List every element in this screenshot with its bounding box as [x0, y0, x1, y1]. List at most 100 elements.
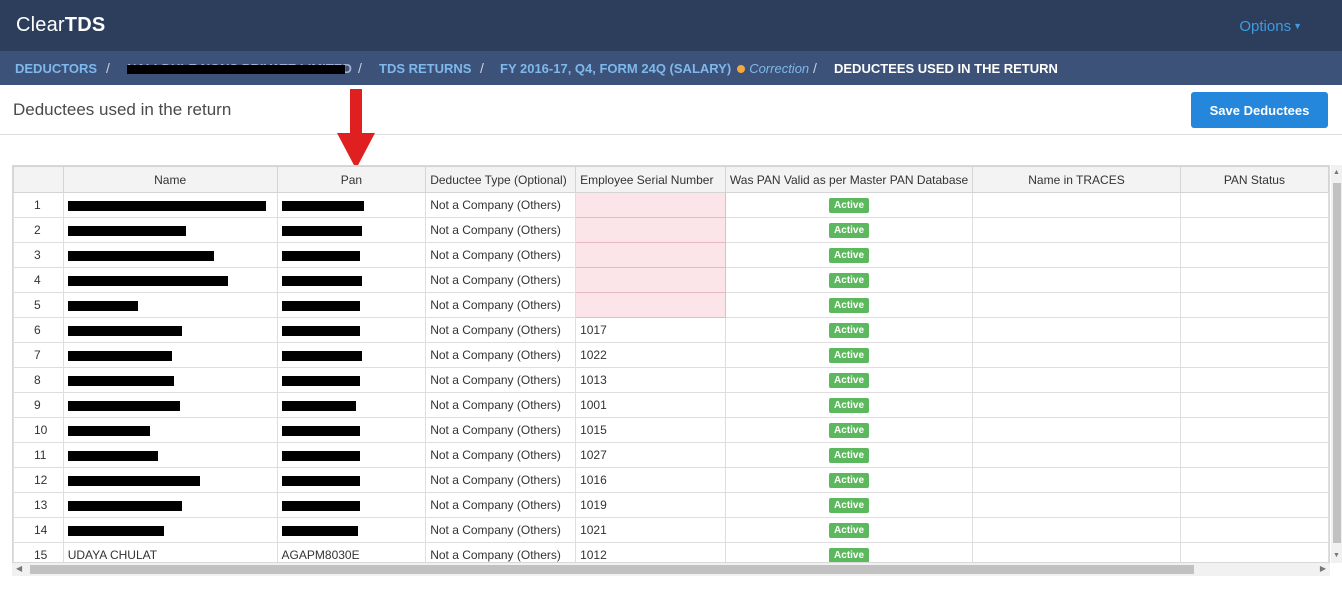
cell-serial[interactable] — [575, 242, 726, 268]
table-row[interactable]: 4 SENTHIL K RANGANATHANAMPPR2017DNot a Co… — [13, 267, 1329, 293]
cell-deductee-type[interactable]: Not a Company (Others) — [425, 492, 577, 518]
cell-pan[interactable] — [276, 342, 427, 368]
cell-deductee-type[interactable]: Not a Company (Others) — [425, 342, 577, 368]
vertical-scroll-thumb[interactable] — [1333, 183, 1341, 543]
breadcrumb-fy[interactable]: FY 2016-17, Q4, FORM 24Q (SALARY) Correct… — [500, 61, 809, 76]
cell-serial-text: 1017 — [580, 323, 607, 337]
cell-pan[interactable] — [276, 442, 427, 468]
cell-pan[interactable]: AMPPH0797E — [276, 367, 427, 393]
table-row[interactable]: 13 Not a Company (Others) 1019 Active — [13, 492, 1329, 518]
cell-pan[interactable]: AGAPM8030E — [276, 542, 427, 562]
cell-deductee-type[interactable]: Not a Company (Others) — [425, 192, 577, 218]
cell-serial[interactable]: 1017 — [575, 317, 726, 343]
column-header-pan-valid[interactable]: Was PAN Valid as per Master PAN Database — [724, 166, 974, 193]
cell-name[interactable]: RAJ PRATAP SINGH — [62, 217, 278, 243]
table-row[interactable]: 15 UDAYA CHULAT AGAPM8030E Not a Company (O… — [13, 542, 1329, 562]
cell-deductee-type[interactable]: Not a Company (Others) — [425, 267, 577, 293]
cell-serial[interactable] — [575, 217, 726, 243]
cell-deductee-type[interactable]: Not a Company (Others) — [425, 217, 577, 243]
cell-serial[interactable]: 1012 — [575, 542, 726, 562]
active-badge: Active — [829, 223, 870, 238]
cell-name[interactable]: UDAYA CHULAT — [62, 542, 278, 562]
table-row[interactable]: 1 Not a Company (Others) Active — [13, 192, 1329, 218]
cell-pan[interactable]: BQOPB0284D — [276, 292, 427, 318]
cell-name[interactable] — [62, 367, 278, 393]
cell-name[interactable] — [62, 492, 278, 518]
scroll-left-icon[interactable]: ◀ — [16, 564, 22, 573]
cell-deductee-type[interactable]: Not a Company (Others) — [425, 392, 577, 418]
cell-pan[interactable] — [276, 417, 427, 443]
cell-serial[interactable]: 1027 — [575, 442, 726, 468]
cell-name[interactable] — [62, 192, 278, 218]
horizontal-scrollbar[interactable]: ◀ ▶ — [12, 563, 1330, 576]
deductees-grid[interactable]: Name Pan Deductee Type (Optional) Employ… — [12, 165, 1330, 563]
save-deductees-button[interactable]: Save Deductees — [1191, 92, 1328, 128]
cell-deductee-type[interactable]: Not a Company (Others) — [425, 467, 577, 493]
cell-name[interactable] — [62, 317, 278, 343]
cell-pan[interactable] — [276, 467, 427, 493]
cell-name[interactable] — [62, 467, 278, 493]
cell-name[interactable] — [62, 392, 278, 418]
cell-serial[interactable]: 1021 — [575, 517, 726, 543]
options-menu[interactable]: Options ▼ — [1239, 18, 1302, 35]
cell-deductee-type[interactable]: Not a Company (Others) — [425, 242, 577, 268]
row-number-text: 13 — [34, 498, 48, 512]
table-row[interactable]: 9 Not a Company (Others) 1001 Active — [13, 392, 1329, 418]
column-header-deductee-type[interactable]: Deductee Type (Optional) — [425, 166, 577, 193]
table-row[interactable]: 7 Not a Company (Others) 1022 Active — [13, 342, 1329, 368]
cell-pan[interactable]: EEXPS0012F — [276, 217, 427, 243]
cell-pan[interactable] — [276, 392, 427, 418]
scroll-up-icon[interactable]: ▲ — [1333, 169, 1340, 176]
cell-pan[interactable]: AQPPK5756D — [276, 317, 427, 343]
scroll-right-icon[interactable]: ▶ — [1320, 564, 1326, 573]
table-row[interactable]: 12 Not a Company (Others) 1016 Active — [13, 467, 1329, 493]
cell-deductee-type[interactable]: Not a Company (Others) — [425, 517, 577, 543]
cell-serial[interactable]: 1022 — [575, 342, 726, 368]
app-logo[interactable]: ClearTDS — [16, 14, 105, 37]
cell-serial[interactable]: 1013 — [575, 367, 726, 393]
table-row[interactable]: 3 Not a Company (Others) Active — [13, 242, 1329, 268]
column-header-pan-status[interactable]: PAN Status — [1179, 166, 1329, 193]
column-header-serial[interactable]: Employee Serial Number — [575, 166, 726, 193]
cell-name[interactable]: SENTHIL K RANGANATHAN — [62, 267, 278, 293]
table-row[interactable]: 6 AQPPK5756DNot a Company (Others) 1017 Act… — [13, 317, 1329, 343]
table-row[interactable]: 8 AMPPH0797ENot a Company (Others) 1013 Act… — [13, 367, 1329, 393]
table-row[interactable]: 14 Not a Company (Others) 1021 Active — [13, 517, 1329, 543]
cell-name[interactable] — [62, 517, 278, 543]
column-header-traces-name[interactable]: Name in TRACES — [972, 166, 1181, 193]
cell-name[interactable] — [62, 342, 278, 368]
cell-pan[interactable] — [276, 242, 427, 268]
cell-deductee-type[interactable]: Not a Company (Others) — [425, 442, 577, 468]
cell-pan[interactable] — [276, 192, 427, 218]
column-header-pan[interactable]: Pan — [276, 166, 427, 193]
cell-serial[interactable]: 1001 — [575, 392, 726, 418]
cell-name[interactable] — [62, 417, 278, 443]
table-row[interactable]: 11 Mahesh N Not a Company (Others) 1027 Acti… — [13, 442, 1329, 468]
scroll-down-icon[interactable]: ▼ — [1333, 552, 1340, 559]
column-header-name[interactable]: Name — [62, 166, 278, 193]
cell-pan[interactable] — [276, 492, 427, 518]
cell-serial[interactable]: 1015 — [575, 417, 726, 443]
cell-name[interactable]: Mahesh N — [62, 442, 278, 468]
cell-serial[interactable] — [575, 192, 726, 218]
cell-name[interactable] — [62, 242, 278, 268]
cell-serial[interactable] — [575, 267, 726, 293]
cell-serial[interactable]: 1016 — [575, 467, 726, 493]
cell-deductee-type[interactable]: Not a Company (Others) — [425, 417, 577, 443]
table-row[interactable]: 2 RAJ PRATAP SINGHEEXPS0012FNot a Company… — [13, 217, 1329, 243]
cell-deductee-type[interactable]: Not a Company (Others) — [425, 542, 577, 562]
table-row[interactable]: 10 Not a Company (Others) 1015 Active — [13, 417, 1329, 443]
cell-name[interactable] — [62, 292, 278, 318]
vertical-scrollbar[interactable]: ▲ ▼ — [1331, 165, 1342, 563]
horizontal-scroll-thumb[interactable] — [30, 565, 1194, 574]
cell-deductee-type[interactable]: Not a Company (Others) — [425, 367, 577, 393]
cell-pan[interactable]: AMPPR2017D — [276, 267, 427, 293]
cell-serial[interactable] — [575, 292, 726, 318]
breadcrumb-tds-returns[interactable]: TDS RETURNS — [379, 61, 471, 76]
breadcrumb-deductors[interactable]: DEDUCTORS — [15, 61, 97, 76]
cell-pan[interactable] — [276, 517, 427, 543]
cell-serial[interactable]: 1019 — [575, 492, 726, 518]
cell-deductee-type[interactable]: Not a Company (Others) — [425, 292, 577, 318]
table-row[interactable]: 5 BQOPB0284DNot a Company (Others) Active — [13, 292, 1329, 318]
cell-deductee-type[interactable]: Not a Company (Others) — [425, 317, 577, 343]
